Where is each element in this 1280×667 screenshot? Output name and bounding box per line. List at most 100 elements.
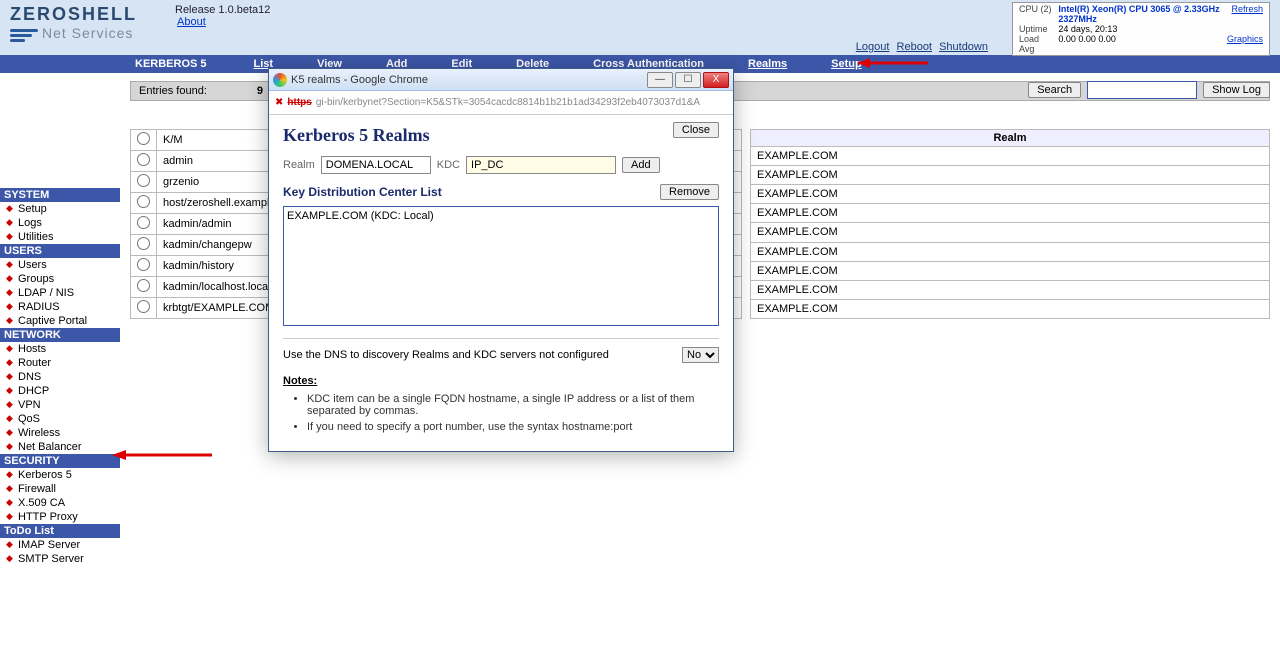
remove-button[interactable]: Remove bbox=[660, 184, 719, 200]
row-radio[interactable] bbox=[137, 237, 150, 250]
kdc-list-item[interactable]: EXAMPLE.COM (KDC: Local) bbox=[287, 210, 715, 222]
kdc-list-heading: Key Distribution Center List bbox=[283, 185, 442, 199]
table-row: EXAMPLE.COM bbox=[751, 223, 1270, 242]
realm-cell: EXAMPLE.COM bbox=[751, 299, 1270, 318]
sidebar-item[interactable]: Logs bbox=[0, 216, 120, 230]
sidebar-item[interactable]: DNS bbox=[0, 370, 120, 384]
popup-url-bar: ✖ https gi-bin/kerbynet?Section=K5&STk=3… bbox=[269, 91, 733, 115]
sidebar-item[interactable]: LDAP / NIS bbox=[0, 286, 120, 300]
header: ZEROSHELL Net Services Release 1.0.beta1… bbox=[0, 0, 1280, 55]
sidebar-item[interactable]: Users bbox=[0, 258, 120, 272]
table-row: EXAMPLE.COM bbox=[751, 280, 1270, 299]
table-row: EXAMPLE.COM bbox=[751, 204, 1270, 223]
sidebar-item[interactable]: IMAP Server bbox=[0, 538, 120, 552]
window-minimize-button[interactable]: — bbox=[647, 72, 673, 88]
logo-title: ZEROSHELL bbox=[10, 4, 137, 25]
sidebar-item[interactable]: Router bbox=[0, 356, 120, 370]
realms-popup: K5 realms - Google Chrome — ☐ X ✖ https … bbox=[268, 68, 734, 452]
close-button[interactable]: Close bbox=[673, 122, 719, 138]
search-button[interactable]: Search bbox=[1028, 82, 1081, 98]
sidebar-item[interactable]: RADIUS bbox=[0, 300, 120, 314]
kdc-list[interactable]: EXAMPLE.COM (KDC: Local) bbox=[283, 206, 719, 326]
sidebar-item[interactable]: Kerberos 5 bbox=[0, 468, 120, 482]
row-radio[interactable] bbox=[137, 153, 150, 166]
reboot-link[interactable]: Reboot bbox=[897, 41, 932, 53]
sidebar-head: SECURITY bbox=[0, 454, 120, 468]
entries-label: Entries found: bbox=[139, 85, 207, 97]
notes-heading: Notes: bbox=[283, 375, 719, 387]
sidebar-item[interactable]: Utilities bbox=[0, 230, 120, 244]
logo-lines-icon bbox=[10, 27, 38, 44]
row-radio[interactable] bbox=[137, 174, 150, 187]
release-info: Release 1.0.beta12 About bbox=[175, 4, 270, 28]
logo: ZEROSHELL Net Services bbox=[10, 4, 137, 44]
entries-count: 9 bbox=[257, 85, 263, 97]
realms-table: Realm EXAMPLE.COMEXAMPLE.COMEXAMPLE.COME… bbox=[750, 129, 1270, 319]
sidebar-item[interactable]: VPN bbox=[0, 398, 120, 412]
notes-list: KDC item can be a single FQDN hostname, … bbox=[307, 393, 719, 433]
about-link[interactable]: About bbox=[177, 16, 206, 28]
popup-window-title: K5 realms - Google Chrome bbox=[291, 74, 647, 86]
realm-input[interactable] bbox=[321, 156, 431, 174]
logo-subtitle: Net Services bbox=[42, 25, 133, 41]
row-radio[interactable] bbox=[137, 258, 150, 271]
dns-text: Use the DNS to discovery Realms and KDC … bbox=[283, 349, 609, 361]
row-radio[interactable] bbox=[137, 300, 150, 313]
add-button[interactable]: Add bbox=[622, 157, 660, 173]
realm-cell: EXAMPLE.COM bbox=[751, 280, 1270, 299]
table-row: EXAMPLE.COM bbox=[751, 166, 1270, 185]
graphics-link[interactable]: Graphics bbox=[1227, 34, 1263, 44]
sidebar-item[interactable]: HTTP Proxy bbox=[0, 510, 120, 524]
sidebar-item[interactable]: Captive Portal bbox=[0, 314, 120, 328]
sidebar-item[interactable]: DHCP bbox=[0, 384, 120, 398]
table-row: EXAMPLE.COM bbox=[751, 185, 1270, 204]
window-maximize-button[interactable]: ☐ bbox=[675, 72, 701, 88]
top-links: Logout Reboot Shutdown bbox=[854, 41, 990, 53]
note-item: KDC item can be a single FQDN hostname, … bbox=[307, 393, 719, 417]
table-row: EXAMPLE.COM bbox=[751, 147, 1270, 166]
realm-header: Realm bbox=[751, 130, 1270, 147]
kdc-label: KDC bbox=[437, 159, 460, 171]
sidebar: SYSTEMSetupLogsUtilitiesUSERSUsersGroups… bbox=[0, 73, 120, 566]
chrome-icon bbox=[273, 73, 287, 87]
realm-cell: EXAMPLE.COM bbox=[751, 185, 1270, 204]
row-radio[interactable] bbox=[137, 216, 150, 229]
sidebar-item[interactable]: Setup bbox=[0, 202, 120, 216]
row-radio[interactable] bbox=[137, 132, 150, 145]
ssl-warning-icon: ✖ bbox=[275, 97, 283, 108]
sidebar-head: NETWORK bbox=[0, 328, 120, 342]
realm-cell: EXAMPLE.COM bbox=[751, 242, 1270, 261]
menu-realms[interactable]: Realms bbox=[726, 58, 809, 70]
popup-heading: Kerberos 5 Realms bbox=[283, 125, 719, 146]
annotation-arrow-top bbox=[858, 57, 938, 69]
kdc-input[interactable] bbox=[466, 156, 616, 174]
sidebar-item[interactable]: QoS bbox=[0, 412, 120, 426]
window-close-button[interactable]: X bbox=[703, 72, 729, 88]
showlog-button[interactable]: Show Log bbox=[1203, 82, 1270, 98]
popup-titlebar[interactable]: K5 realms - Google Chrome — ☐ X bbox=[269, 69, 733, 91]
sidebar-item[interactable]: X.509 CA bbox=[0, 496, 120, 510]
sidebar-item[interactable]: SMTP Server bbox=[0, 552, 120, 566]
shutdown-link[interactable]: Shutdown bbox=[939, 41, 988, 53]
sidebar-item[interactable]: Wireless bbox=[0, 426, 120, 440]
realm-cell: EXAMPLE.COM bbox=[751, 223, 1270, 242]
table-row: EXAMPLE.COM bbox=[751, 299, 1270, 318]
search-input[interactable] bbox=[1087, 81, 1197, 99]
row-radio[interactable] bbox=[137, 279, 150, 292]
realm-label: Realm bbox=[283, 159, 315, 171]
realm-cell: EXAMPLE.COM bbox=[751, 204, 1270, 223]
row-radio[interactable] bbox=[137, 195, 150, 208]
sidebar-head: ToDo List bbox=[0, 524, 120, 538]
annotation-arrow-side bbox=[112, 449, 212, 464]
sidebar-item[interactable]: Groups bbox=[0, 272, 120, 286]
sidebar-item[interactable]: Firewall bbox=[0, 482, 120, 496]
logout-link[interactable]: Logout bbox=[856, 41, 890, 53]
realm-cell: EXAMPLE.COM bbox=[751, 261, 1270, 280]
sidebar-item[interactable]: Hosts bbox=[0, 342, 120, 356]
table-row: EXAMPLE.COM bbox=[751, 261, 1270, 280]
table-row: EXAMPLE.COM bbox=[751, 242, 1270, 261]
sidebar-item[interactable]: Net Balancer bbox=[0, 440, 120, 454]
dns-select[interactable]: No bbox=[682, 347, 719, 363]
sidebar-head: SYSTEM bbox=[0, 188, 120, 202]
refresh-link[interactable]: Refresh bbox=[1231, 4, 1263, 14]
